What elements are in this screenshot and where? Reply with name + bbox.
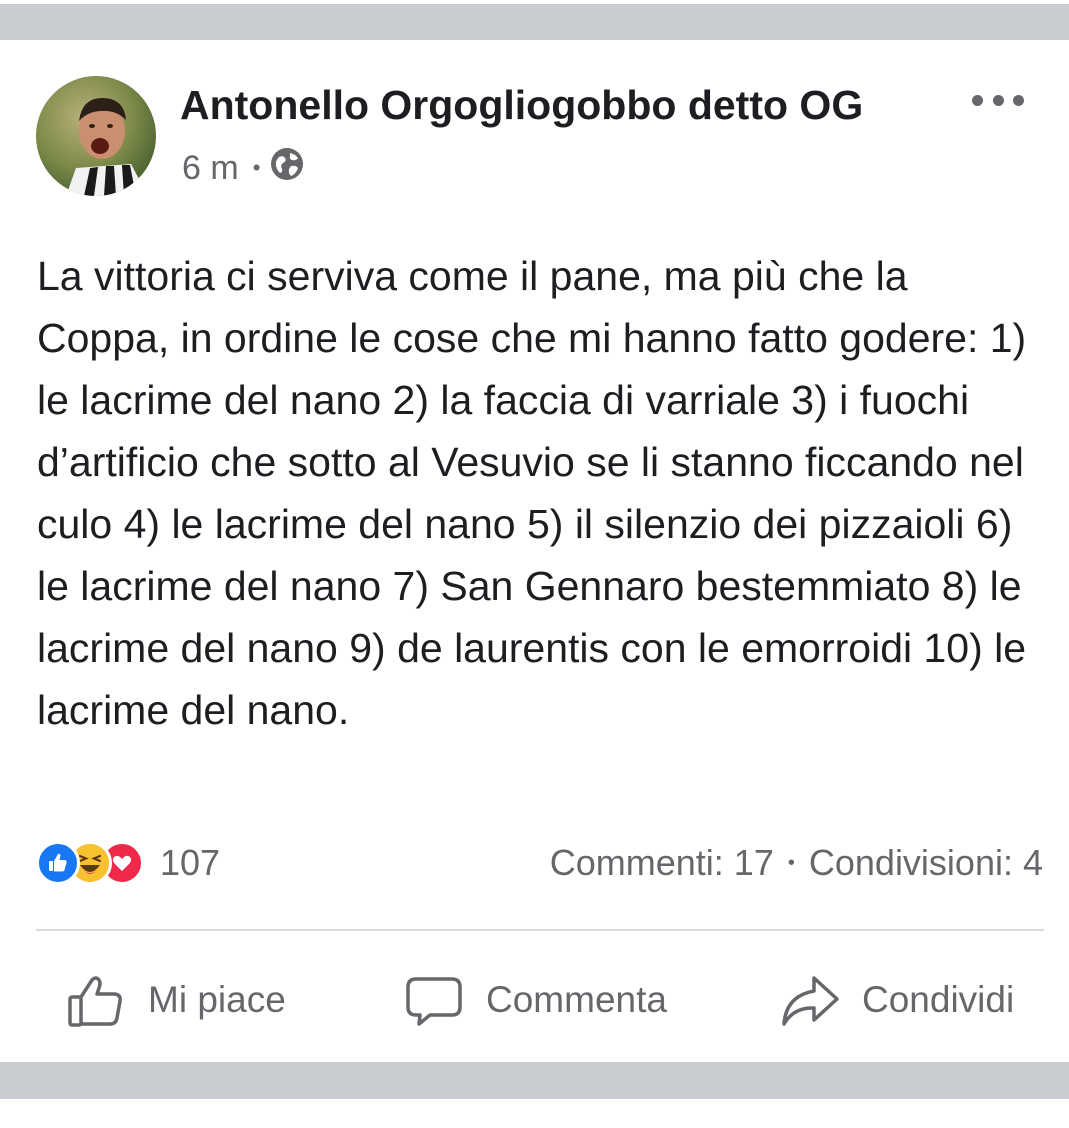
stats-separator: • [787,851,795,874]
author-name[interactable]: Antonello Orgogliogobbo detto OG [180,82,863,129]
like-reaction-icon [36,841,80,885]
bottom-edge [0,1099,1069,1128]
post-stats: Commenti: 17 • Condivisioni: 4 [550,838,1043,888]
comment-button[interactable]: Commenta [404,960,667,1040]
reactions-summary[interactable]: 107 [36,838,220,888]
post-text: La vittoria ci serviva come il pane, ma … [37,253,1027,733]
like-button[interactable]: Mi piace [66,960,286,1040]
comment-icon [406,977,462,1026]
reaction-count: 107 [160,842,221,883]
shares-count[interactable]: Condivisioni: 4 [809,842,1043,884]
post-meta: 6 m • [182,146,304,190]
thumbs-up-icon [68,976,122,1027]
comment-label: Commenta [486,979,667,1020]
top-edge [0,0,1069,4]
meta-separator: • [252,155,261,180]
globe-icon [270,147,304,190]
like-label: Mi piace [148,979,286,1020]
comments-count[interactable]: Commenti: 17 [550,842,774,884]
share-label: Condividi [862,979,1015,1020]
share-button[interactable]: Condividi [780,960,1014,1040]
feed-separator-top [0,0,1069,40]
feed-separator-bottom [0,1062,1069,1099]
more-options-icon[interactable] [972,88,1024,112]
share-arrow-icon [782,976,839,1026]
avatar[interactable] [36,76,156,196]
post-time[interactable]: 6 m [182,149,239,188]
facebook-post: Antonello Orgogliogobbo detto OG 6 m • L… [0,40,1069,1062]
action-bar: Mi piace Commenta Condividi [0,960,1069,1040]
divider [36,929,1044,931]
